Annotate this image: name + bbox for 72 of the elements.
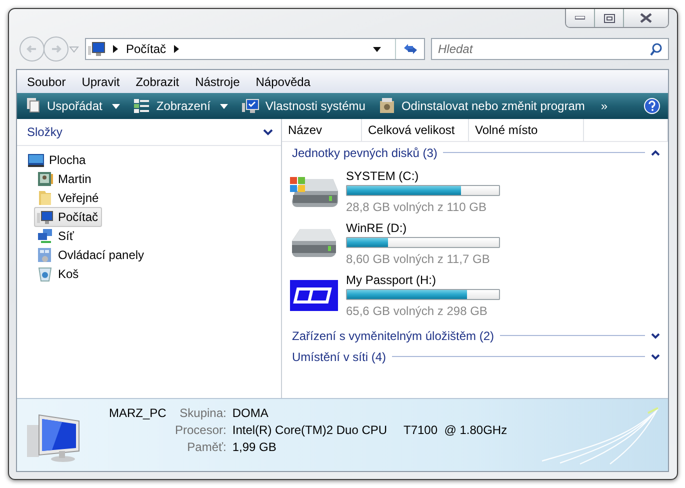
detail-value: Intel(R) Core(TM)2 Duo CPU T7100 @ 1.80GHz — [232, 423, 508, 437]
hard-drive-icon — [289, 227, 339, 259]
drive-name[interactable]: WinRE (D:) — [346, 220, 500, 234]
tree-item[interactable]: Koš — [34, 264, 83, 284]
column-header[interactable]: Název — [282, 119, 362, 141]
menu-item[interactable]: Nástroje — [187, 74, 248, 88]
minimize-icon — [575, 16, 585, 20]
free-space-text: 28,8 GB volných z 110 GB — [346, 200, 488, 214]
refresh-icon — [402, 42, 418, 56]
menu-item[interactable]: Upravit — [74, 74, 128, 88]
toolbar-button[interactable]: Uspořádat — [21, 95, 126, 117]
toolbar-button[interactable]: Odinstalovat nebo změnit program — [373, 95, 591, 117]
chevron-down-icon[interactable] — [651, 354, 660, 360]
group-header[interactable]: Jednotky pevných disků (3) — [292, 146, 438, 160]
search-field[interactable]: Hledat — [431, 38, 669, 60]
drive-name[interactable]: My Passport (H:) — [346, 272, 500, 286]
computer-icon — [37, 208, 53, 224]
caret-icon — [112, 104, 120, 108]
chevron-down-icon[interactable] — [263, 128, 273, 136]
menu-item[interactable]: Soubor — [19, 74, 74, 88]
toolbar-button[interactable]: Zobrazení — [128, 95, 234, 117]
caret-icon — [220, 104, 228, 108]
chevron-down-icon[interactable] — [651, 332, 660, 338]
program-box-icon — [379, 98, 396, 114]
tree-item[interactable]: Plocha — [25, 150, 90, 168]
views-icon — [134, 98, 150, 114]
control-panel-icon — [37, 246, 53, 262]
drive-name[interactable]: SYSTEM (C:) — [346, 168, 500, 182]
dropdown-icon[interactable] — [373, 46, 381, 52]
breadcrumb-arrow-icon[interactable] — [174, 45, 180, 53]
group-header[interactable]: Zařízení s vyměnitelným úložištěm (2) — [292, 328, 494, 342]
column-header[interactable]: Volné místo — [469, 119, 584, 141]
menu-item[interactable]: Zobrazit — [128, 74, 188, 88]
drive-logo-icon — [290, 280, 338, 310]
chevron-up-icon[interactable] — [651, 150, 660, 156]
maximize-icon — [604, 14, 614, 22]
tree-item[interactable]: Veřejné — [34, 188, 103, 208]
close-icon — [640, 13, 652, 23]
folder-icon — [37, 190, 53, 206]
tree-item[interactable]: Ovládací panely — [34, 244, 148, 264]
computer-icon — [242, 98, 260, 114]
tree-item[interactable]: Martin — [34, 168, 96, 188]
toolbar-button[interactable]: Vlastnosti systému — [236, 95, 372, 117]
close-button[interactable] — [623, 9, 668, 27]
detail-value: DOMA — [232, 406, 270, 420]
detail-label: Procesor: — [175, 423, 226, 437]
contact-icon — [37, 170, 53, 186]
pages-icon — [27, 98, 41, 114]
detail-label: Skupina: — [178, 406, 226, 420]
overflow-button[interactable]: » — [592, 99, 616, 113]
address-bar[interactable]: Počítač — [85, 38, 425, 60]
detail-label: Paměť: — [186, 440, 226, 454]
maximize-button[interactable] — [594, 9, 623, 27]
menu-item[interactable]: Nápověda — [248, 74, 318, 88]
network-icon — [37, 228, 53, 244]
group-header[interactable]: Umístění v síti (4) — [292, 350, 386, 364]
minimize-button[interactable] — [566, 9, 594, 27]
breadcrumb-arrow-icon[interactable] — [113, 45, 118, 53]
search-icon — [650, 43, 662, 56]
tree-item[interactable]: Počítač — [34, 206, 102, 226]
column-header[interactable]: Celková velikost — [362, 119, 469, 141]
free-space-text: 65,6 GB volných z 298 GB — [346, 304, 488, 318]
computer-name: MARZ_PC — [109, 406, 168, 420]
help-icon[interactable] — [644, 98, 660, 114]
desktop-icon — [28, 152, 44, 166]
folders-header[interactable]: Složky — [27, 125, 62, 139]
tree-item[interactable]: Síť — [34, 226, 78, 246]
detail-value: 1,99 GB — [232, 440, 278, 454]
computer-icon — [88, 42, 105, 56]
breadcrumb-item[interactable]: Počítač — [126, 42, 166, 56]
recycle-bin-icon — [37, 266, 53, 282]
free-space-text: 8,60 GB volných z 11,7 GB — [346, 252, 491, 266]
